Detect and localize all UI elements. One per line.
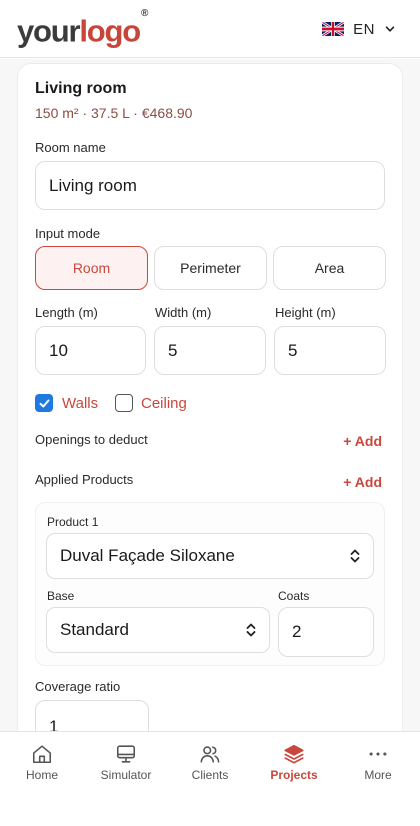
tab-home-label: Home: [25, 768, 58, 782]
add-opening-button[interactable]: + Add: [343, 433, 382, 449]
product-label: Product 1: [47, 515, 99, 529]
tab-more[interactable]: More: [336, 732, 420, 792]
room-summary: 150 m² · 37.5 L · €468.90: [35, 105, 193, 121]
add-product-button[interactable]: + Add: [343, 474, 382, 490]
input-mode-label: Input mode: [35, 226, 101, 241]
height-label: Height (m): [275, 305, 336, 320]
home-icon: [32, 745, 52, 764]
tab-more-label: More: [364, 768, 392, 782]
walls-checkbox[interactable]: [35, 394, 53, 412]
app-header: yourlogo® EN: [0, 0, 420, 58]
mode-room-button[interactable]: Room: [35, 246, 148, 290]
walls-label[interactable]: Walls: [62, 395, 98, 412]
tab-clients-label: Clients: [191, 768, 229, 782]
coats-label: Coats: [278, 589, 310, 603]
checkmark-icon: [39, 399, 49, 407]
ceiling-checkbox[interactable]: [115, 394, 133, 412]
tab-home[interactable]: Home: [0, 732, 84, 792]
length-label: Length (m): [35, 305, 98, 320]
product-select-value: Duval Façade Siloxane: [60, 546, 235, 565]
coats-input[interactable]: 2: [278, 607, 374, 657]
applied-products-label: Applied Products: [35, 472, 134, 487]
users-icon: [200, 746, 220, 763]
ceiling-label[interactable]: Ceiling: [141, 395, 187, 412]
base-select[interactable]: Standard: [46, 607, 270, 653]
coverage-ratio-label: Coverage ratio: [35, 679, 121, 694]
tab-simulator[interactable]: Simulator: [84, 732, 168, 792]
room-title: Living room: [35, 80, 127, 97]
width-input[interactable]: 5: [154, 326, 266, 375]
language-code: EN: [353, 20, 375, 38]
monitor-icon: [116, 745, 136, 763]
layers-icon: [284, 744, 304, 764]
tab-clients[interactable]: Clients: [168, 732, 252, 792]
tab-projects[interactable]: Projects: [252, 732, 336, 792]
room-name-label: Room name: [35, 140, 106, 155]
logo-text-your: your: [17, 13, 81, 49]
base-select-value: Standard: [60, 620, 129, 639]
language-selector[interactable]: EN: [322, 19, 396, 39]
bottom-tab-bar: Home Simulator Clients Projects More: [0, 731, 420, 826]
tab-projects-label: Projects: [270, 768, 318, 782]
mode-perimeter-button[interactable]: Perimeter: [154, 246, 267, 290]
registered-mark: ®: [141, 8, 148, 19]
brand-logo[interactable]: yourlogo®: [17, 8, 148, 51]
width-label: Width (m): [155, 305, 212, 320]
length-input[interactable]: 10: [35, 326, 146, 375]
more-icon: [369, 752, 387, 756]
chevron-down-icon: [385, 26, 395, 32]
height-input[interactable]: 5: [274, 326, 386, 375]
select-updown-icon: [246, 623, 256, 637]
room-name-input[interactable]: Living room: [35, 161, 385, 210]
uk-flag-icon: [322, 22, 345, 36]
logo-text-logo: logo: [79, 13, 141, 49]
tab-simulator-label: Simulator: [100, 768, 152, 782]
base-label: Base: [47, 589, 75, 603]
openings-label: Openings to deduct: [35, 432, 148, 447]
product-select[interactable]: Duval Façade Siloxane: [46, 533, 374, 579]
mode-area-button[interactable]: Area: [273, 246, 386, 290]
select-updown-icon: [350, 549, 360, 563]
